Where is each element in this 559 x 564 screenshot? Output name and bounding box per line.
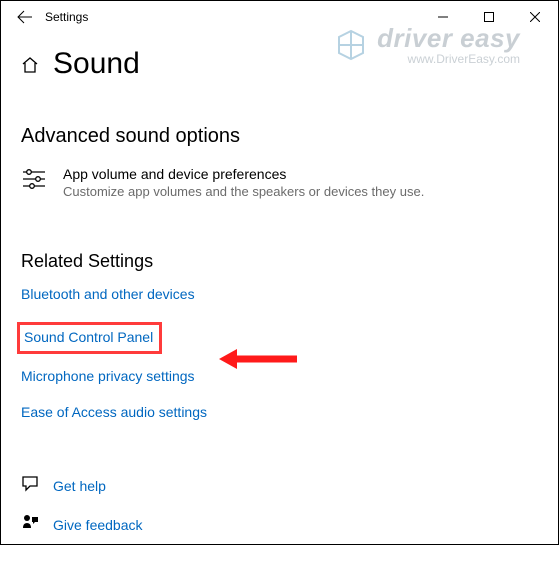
close-icon [530,12,540,22]
get-help-label: Get help [53,478,106,494]
related-heading: Related Settings [21,251,538,272]
page-header: Sound [1,33,558,85]
microphone-privacy-link[interactable]: Microphone privacy settings [21,368,195,384]
feedback-icon [21,513,39,536]
app-volume-preferences[interactable]: App volume and device preferences Custom… [21,166,538,199]
pref-title: App volume and device preferences [63,166,424,182]
minimize-button[interactable] [420,1,466,33]
bottom-links: Get help Give feedback [21,474,538,536]
bluetooth-link[interactable]: Bluetooth and other devices [21,286,195,302]
titlebar: Settings [1,1,558,33]
advanced-heading: Advanced sound options [21,125,538,148]
back-button[interactable] [9,1,41,33]
main-content: Advanced sound options App volume and de… [1,85,558,564]
minimize-icon [438,12,448,22]
window-controls [420,1,558,33]
sound-control-panel-link[interactable]: Sound Control Panel [17,322,162,354]
back-arrow-icon [17,9,33,25]
ease-of-access-link[interactable]: Ease of Access audio settings [21,404,207,420]
get-help-link[interactable]: Get help [21,474,538,497]
give-feedback-link[interactable]: Give feedback [21,513,538,536]
maximize-button[interactable] [466,1,512,33]
pref-desc: Customize app volumes and the speakers o… [63,184,424,199]
feedback-label: Give feedback [53,517,143,533]
maximize-icon [484,12,494,22]
home-icon[interactable] [21,56,39,79]
close-button[interactable] [512,1,558,33]
sliders-icon [21,168,47,195]
chat-icon [21,474,39,497]
page-title: Sound [53,47,140,81]
app-title: Settings [45,10,88,24]
